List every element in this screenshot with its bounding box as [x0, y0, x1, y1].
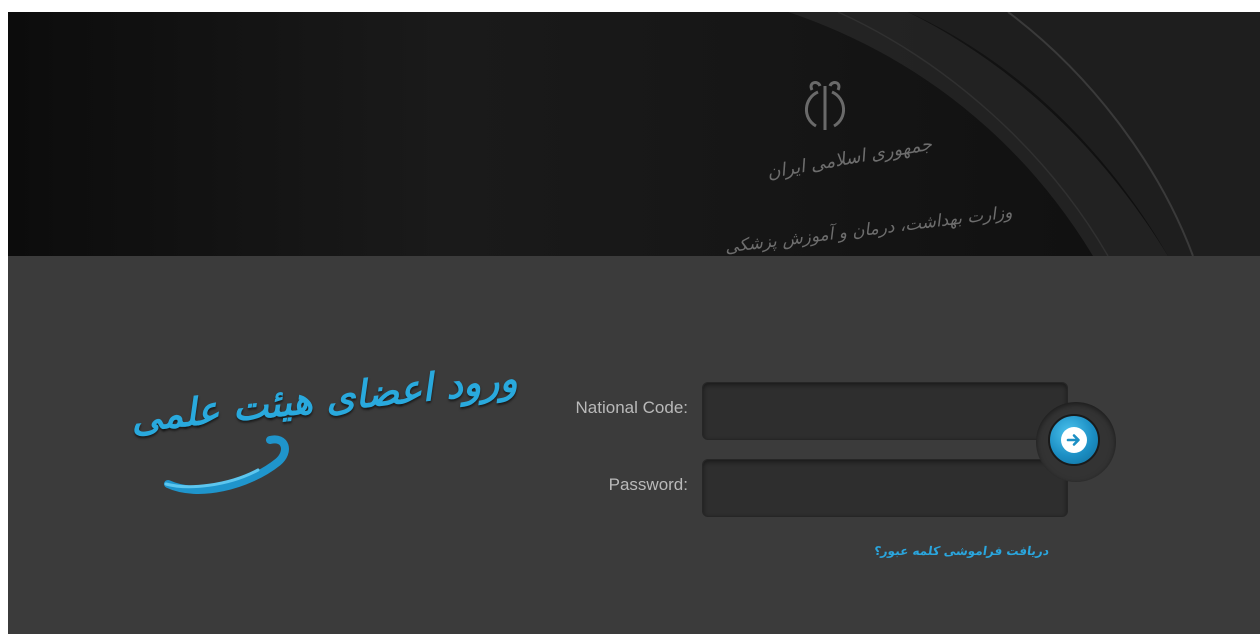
password-label: Password:	[608, 475, 688, 494]
login-submit-button[interactable]	[1048, 414, 1100, 466]
login-page: جمهوری اسلامی ایران وزارت بهداشت، درمان …	[8, 12, 1260, 634]
national-code-input[interactable]	[702, 382, 1068, 440]
login-panel: ورود اعضای هیئت علمی National Code: Pass…	[8, 256, 1260, 634]
arrow-right-icon	[1061, 427, 1087, 453]
national-code-label: National Code:	[575, 398, 688, 417]
forgot-password-link[interactable]: دریافت فراموشی کلمه عبور؟	[873, 544, 1095, 558]
header-banner: جمهوری اسلامی ایران وزارت بهداشت، درمان …	[8, 12, 1260, 256]
header-decoration	[788, 12, 1260, 256]
password-input[interactable]	[702, 459, 1068, 517]
ministry-emblem: جمهوری اسلامی ایران وزارت بهداشت، درمان …	[708, 72, 1013, 256]
login-title-art: ورود اعضای هیئت علمی	[128, 355, 519, 506]
